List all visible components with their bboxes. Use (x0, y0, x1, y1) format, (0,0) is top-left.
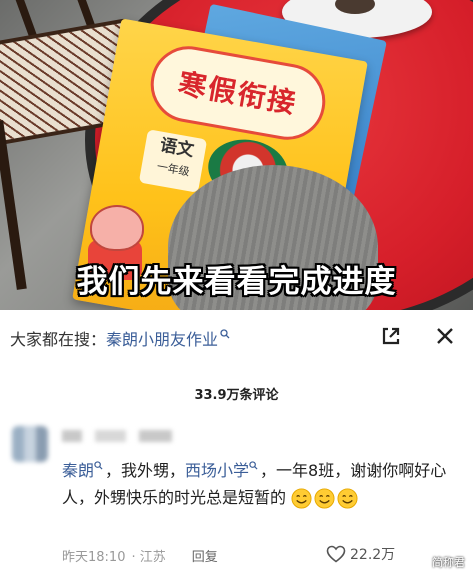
comment-meta: 昨天18:10 · 江苏 回复 (62, 546, 218, 565)
search-icon (249, 461, 258, 470)
watermark-text: 简称君 (432, 556, 465, 569)
comment-time: 昨天18:10 (62, 550, 126, 565)
book-grade-text: 一年级 (155, 160, 191, 179)
search-actions (379, 324, 457, 348)
close-button[interactable] (433, 324, 457, 348)
cartoon-pig-face (90, 205, 144, 251)
comment-body: 秦朗 ，我外甥，西场小学 ，一年8班，谢谢你啊好心人，外甥快乐的时光总是短暂的 (62, 457, 464, 511)
comment-text-segment: ，我外甥， (105, 461, 186, 480)
smile-emoji-icon (337, 488, 358, 509)
search-query[interactable]: 秦朗小朋友作业 (106, 330, 218, 349)
video-frame[interactable]: 寒假衔接 语文 一年级 我们先来看看完成进度 (0, 0, 473, 310)
watermark-logo-icon (418, 556, 429, 568)
smile-emoji-icon (314, 488, 335, 509)
external-open-button[interactable] (379, 324, 403, 348)
comment-location: · 江苏 (131, 550, 166, 565)
watermark: 简称君 (418, 554, 465, 570)
search-label: 大家都在搜： (10, 330, 107, 349)
emoji-group (291, 488, 358, 509)
search-icon (94, 461, 103, 470)
search-suggestion-link[interactable]: 秦朗小朋友作业 (106, 326, 230, 350)
like-count: 22.2万 (350, 547, 396, 563)
comment-count: 33.9万条评论 (194, 388, 279, 403)
external-open-icon (382, 327, 400, 345)
blurred-username[interactable] (62, 430, 172, 442)
mention-link[interactable]: 秦朗 (62, 461, 94, 480)
mention-link[interactable]: 西场小学 (185, 461, 249, 480)
smile-emoji-icon (291, 488, 312, 509)
reply-button[interactable]: 回复 (192, 546, 218, 565)
search-suggestion-bar: 大家都在搜： 秦朗小朋友作业 (0, 310, 473, 366)
like-button[interactable]: 22.2万 (326, 544, 395, 564)
search-icon (220, 329, 230, 339)
video-caption: 我们先来看看完成进度 (76, 264, 397, 300)
avatar[interactable] (12, 426, 48, 462)
close-icon (437, 328, 453, 344)
heart-icon (326, 545, 346, 563)
